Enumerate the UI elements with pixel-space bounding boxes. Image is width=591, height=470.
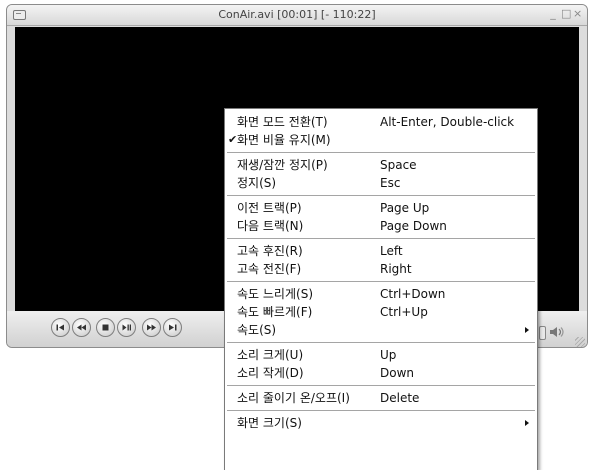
- menu-item[interactable]: 화면 크기(S): [225, 414, 537, 432]
- stop-icon: [102, 324, 109, 331]
- previous-track-button[interactable]: [51, 318, 70, 337]
- window-title: ConAir.avi [00:01] [- 110:22]: [218, 8, 376, 21]
- menu-item-label: 속도 빠르게(F): [237, 305, 313, 319]
- menu-item[interactable]: 정지(S) Esc: [225, 174, 537, 192]
- menu-item[interactable]: 소리 작게(D) Down: [225, 364, 537, 382]
- menu-item-shortcut: Left: [380, 244, 403, 258]
- menu-item[interactable]: 다음 트랙(N) Page Down: [225, 217, 537, 235]
- play-pause-button[interactable]: [117, 318, 136, 337]
- menu-item[interactable]: 고속 전진(F) Right: [225, 260, 537, 278]
- menu-separator: [227, 385, 535, 386]
- fast-forward-icon: [147, 324, 156, 331]
- menu-item-label: 정지(S): [237, 176, 277, 190]
- menu-item[interactable]: 소리 크게(U) Up: [225, 346, 537, 364]
- menu-item-shortcut: Down: [380, 366, 415, 380]
- menu-item[interactable]: 소리 줄이기 온/오프(I) Delete: [225, 389, 537, 407]
- submenu-arrow-icon: [525, 420, 529, 426]
- context-menu: 화면 모드 전환(T) Alt-Enter, Double-click ✔ 화면 비율…: [224, 108, 538, 470]
- menu-item-shortcut: Page Down: [380, 219, 447, 233]
- rewind-icon: [77, 324, 86, 331]
- menu-item-shortcut: Up: [380, 348, 397, 362]
- menu-item[interactable]: 속도 빠르게(F) Ctrl+Up: [225, 303, 537, 321]
- menu-separator: [227, 195, 535, 196]
- menu-item-label: 화면 비율 유지(M): [237, 133, 331, 147]
- maximize-button[interactable]: □: [561, 7, 571, 20]
- menu-item-label: 고속 후진(R): [237, 244, 303, 258]
- menu-item-label: 화면 모드 전환(T): [237, 115, 328, 129]
- menu-item[interactable]: 속도(S): [225, 321, 537, 339]
- menu-item-label: 소리 크게(U): [237, 348, 304, 362]
- prev-icon: [56, 324, 64, 331]
- next-track-button[interactable]: [163, 318, 182, 337]
- menu-separator: [227, 342, 535, 343]
- checkmark-icon: ✔: [228, 133, 238, 146]
- seek-buttons: [142, 318, 182, 337]
- resize-grip[interactable]: [575, 337, 585, 347]
- rewind-button[interactable]: [72, 318, 91, 337]
- menu-item-label: 다음 트랙(N): [237, 219, 304, 233]
- menu-item-shortcut: Page Up: [380, 201, 430, 215]
- menu-item-label: 이전 트랙(P): [237, 201, 302, 215]
- menu-item-label: 소리 작게(D): [237, 366, 304, 380]
- menu-item-shortcut: Ctrl+Up: [380, 305, 428, 319]
- submenu-arrow-icon: [525, 327, 529, 333]
- menu-separator: [227, 281, 535, 282]
- menu-item-label: 속도 느리게(S): [237, 287, 313, 301]
- stop-button[interactable]: [96, 318, 115, 337]
- menu-item-shortcut: Delete: [380, 391, 420, 405]
- menu-item-shortcut: Right: [380, 262, 412, 276]
- menu-separator: [227, 238, 535, 239]
- menu-separator: [227, 152, 535, 153]
- menu-item[interactable]: 속도 느리게(S) Ctrl+Down: [225, 285, 537, 303]
- menu-item[interactable]: 화면 모드 전환(T) Alt-Enter, Double-click: [225, 113, 537, 131]
- menu-item-label: 고속 전진(F): [237, 262, 302, 276]
- menu-item-shortcut: Esc: [380, 176, 401, 190]
- play-pause-icon: [122, 324, 131, 331]
- volume-slider-handle[interactable]: [539, 325, 546, 340]
- title-bar[interactable]: ConAir.avi [00:01] [- 110:22] _ □ ×: [7, 5, 587, 26]
- menu-item-label: 화면 크기(S): [237, 416, 302, 430]
- track-buttons: [51, 318, 91, 337]
- next-icon: [169, 324, 177, 331]
- menu-item[interactable]: ✔ 화면 비율 유지(M): [225, 131, 537, 149]
- speaker-icon[interactable]: [549, 323, 565, 342]
- menu-item-shortcut: Space: [380, 158, 417, 172]
- menu-item[interactable]: 이전 트랙(P) Page Up: [225, 199, 537, 217]
- menu-item-label: 소리 줄이기 온/오프(I): [237, 391, 350, 405]
- menu-item-shortcut: Ctrl+Down: [380, 287, 446, 301]
- fast-forward-button[interactable]: [142, 318, 161, 337]
- window-controls: _ □ ×: [549, 7, 582, 20]
- menu-separator: [227, 410, 535, 411]
- menu-item-label: 속도(S): [237, 323, 277, 337]
- minimize-button[interactable]: _: [549, 7, 557, 20]
- menu-item-shortcut: Alt-Enter, Double-click: [380, 115, 515, 129]
- volume-control: [539, 323, 565, 342]
- menu-item[interactable]: 재생/잠깐 정지(P) Space: [225, 156, 537, 174]
- menu-item[interactable]: 고속 후진(R) Left: [225, 242, 537, 260]
- menu-item-label: 재생/잠깐 정지(P): [237, 158, 328, 172]
- close-button[interactable]: ×: [573, 7, 582, 20]
- play-buttons: [96, 318, 136, 337]
